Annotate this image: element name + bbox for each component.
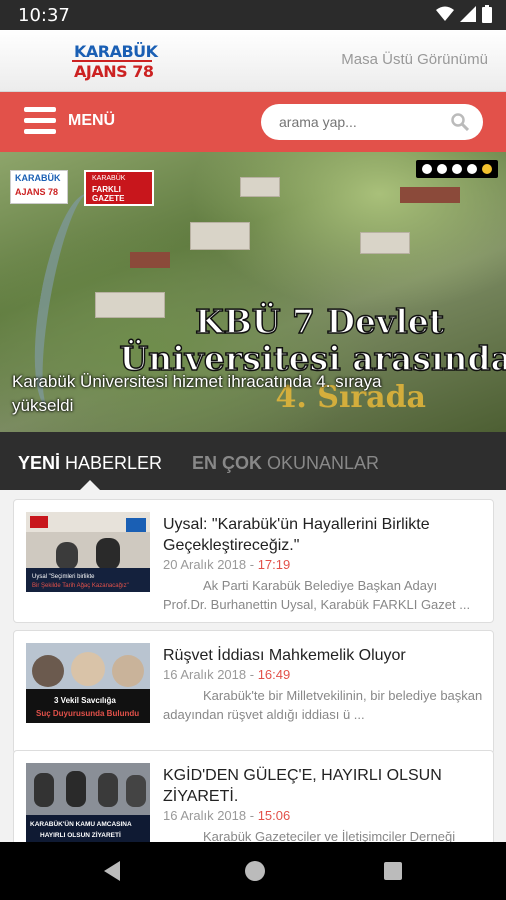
hero-badge: KARABÜK FARKLI GAZETE	[84, 170, 154, 206]
time-text: 16:49	[257, 667, 291, 682]
article-excerpt: Karabük'te bir Milletvekilinin, bir bele…	[163, 688, 483, 722]
date-text: 20 Aralık 2018	[163, 557, 247, 572]
back-icon[interactable]	[104, 861, 120, 881]
time-text: 15:06	[257, 808, 291, 823]
article-title[interactable]: KGİD'DEN GÜLEÇ'E, HAYIRLI OLSUN ZİYARETİ…	[163, 765, 483, 807]
slider-dot[interactable]	[437, 164, 447, 174]
article-thumbnail: Uysal "Seçimleri birlikte Bir Şekilde Ta…	[26, 512, 150, 592]
article-date: 16 Aralık 2018 - 16:49	[163, 667, 291, 682]
hero-building	[240, 177, 280, 197]
tab-most-read[interactable]: EN ÇOK OKUNANLAR	[192, 453, 379, 474]
site-logo[interactable]: KARABÜK AJANS 78	[70, 40, 158, 84]
thumb-caption: Bir Şekilde Tarih Ağaç Kazanacağız"	[32, 583, 129, 589]
article-card[interactable]: Uysal "Seçimleri birlikte Bir Şekilde Ta…	[13, 499, 494, 623]
search-icon[interactable]	[451, 113, 469, 131]
battery-icon	[482, 5, 492, 23]
thumb-caption: Uysal "Seçimleri birlikte	[32, 574, 95, 580]
tab-label: OKUNANLAR	[262, 453, 380, 473]
tab-label-bold: YENİ	[18, 453, 61, 473]
hero-building	[190, 222, 250, 250]
article-thumbnail: KARABÜK'ÜN KAMU AMCASINA HAYIRLI OLSUN Z…	[26, 763, 150, 842]
time-text: 17:19	[257, 557, 291, 572]
active-tab-indicator	[80, 480, 100, 490]
tab-label: HABERLER	[60, 453, 163, 473]
hero-headline[interactable]: Karabük Üniversitesi hizmet ihracatında …	[12, 370, 422, 418]
article-thumbnail: 3 Vekil Savcılığa Suç Duyurusunda Bulund…	[26, 643, 150, 723]
thumb-caption: KARABÜK'ÜN KAMU AMCASINA	[30, 819, 132, 828]
slider-dot[interactable]	[422, 164, 432, 174]
top-header: KARABÜK AJANS 78 Masa Üstü Görünümü	[0, 30, 506, 92]
hero-badge-text-bottom: FARKLI GAZETE	[92, 185, 125, 203]
slider-dot-active[interactable]	[482, 164, 492, 174]
logo-text-top: KARABÜK	[74, 42, 158, 61]
article-title[interactable]: Rüşvet İddiası Mahkemelik Oluyor	[163, 645, 483, 666]
home-icon[interactable]	[245, 861, 265, 881]
recents-icon[interactable]	[384, 862, 402, 880]
hero-logo-text-bottom: AJANS 78	[15, 187, 59, 197]
slider-dot[interactable]	[467, 164, 477, 174]
slider-dot[interactable]	[452, 164, 462, 174]
hero-badge-text-top: KARABÜK	[92, 175, 126, 182]
signal-icon	[460, 6, 476, 22]
hero-building	[360, 232, 410, 254]
hero-building	[95, 292, 165, 318]
date-text: 16 Aralık 2018	[163, 667, 247, 682]
hero-roof	[400, 187, 460, 203]
article-card[interactable]: KARABÜK'ÜN KAMU AMCASINA HAYIRLI OLSUN Z…	[13, 750, 494, 842]
article-list: Uysal "Seçimleri birlikte Bir Şekilde Ta…	[0, 490, 506, 842]
status-icons	[436, 5, 492, 23]
tab-new-news[interactable]: YENİ HABERLER	[18, 453, 162, 474]
logo-text-bottom: AJANS 78	[74, 62, 154, 81]
article-excerpt: Karabük Gazeteciler ve İletişimciler Der…	[203, 829, 456, 842]
hero-logo-text-top: KARABÜK	[15, 173, 61, 183]
desktop-view-link[interactable]: Masa Üstü Görünümü	[341, 51, 488, 68]
menu-bar: MENÜ	[0, 92, 506, 152]
tab-label-bold: EN ÇOK	[192, 453, 263, 473]
hamburger-menu-icon[interactable]	[24, 107, 56, 137]
wifi-icon	[436, 6, 454, 21]
article-title[interactable]: Uysal: "Karabük'ün Hayallerini Birlikte …	[163, 514, 483, 556]
system-nav-bar	[0, 842, 506, 900]
hero-logo: KARABÜK AJANS 78	[10, 170, 68, 204]
thumb-caption: Suç Duyurusunda Bulundu	[36, 709, 139, 718]
status-time: 10:37	[18, 5, 70, 26]
status-bar: 10:37	[0, 0, 506, 30]
article-card[interactable]: 3 Vekil Savcılığa Suç Duyurusunda Bulund…	[13, 630, 494, 754]
article-excerpt: Ak Parti Karabük Belediye Başkan Adayı P…	[163, 578, 471, 612]
hero-image-text: KBÜ 7 Devlet	[194, 301, 444, 342]
hero-roof	[130, 252, 170, 268]
article-date: 20 Aralık 2018 - 17:19	[163, 557, 291, 572]
menu-button-label[interactable]: MENÜ	[68, 112, 115, 130]
hero-slider[interactable]: KARABÜK AJANS 78 KARABÜK FARKLI GAZETE K…	[0, 152, 506, 432]
search-input[interactable]	[279, 104, 439, 140]
article-date: 16 Aralık 2018 - 15:06	[163, 808, 291, 823]
slider-dots	[416, 160, 498, 178]
date-text: 16 Aralık 2018	[163, 808, 247, 823]
search-box	[261, 104, 483, 140]
news-tabs: YENİ HABERLER EN ÇOK OKUNANLAR	[0, 432, 506, 490]
thumb-caption: HAYIRLI OLSUN ZİYARETİ	[40, 831, 121, 839]
thumb-caption: 3 Vekil Savcılığa	[54, 696, 116, 705]
